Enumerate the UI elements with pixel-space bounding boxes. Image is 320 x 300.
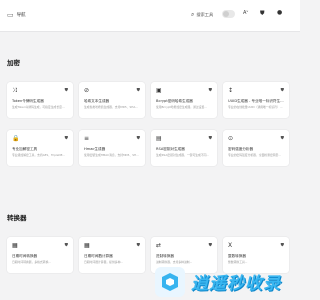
eye-off-icon: ⊘ <box>84 87 90 94</box>
tool-card-title: 整数转换器 <box>228 254 246 258</box>
tool-card-title: 哈希文本生成器 <box>84 99 110 103</box>
shield-icon: ⛊ <box>208 243 212 248</box>
tool-card-title: Hmac生成器 <box>84 147 106 151</box>
language-icon[interactable]: Aᵛ <box>243 10 249 16</box>
shield-icon: ⛊ <box>280 243 284 248</box>
tool-card[interactable]: 🔒 ⛊ 专业加解密工具专业级加解密工具，支持AES、TripleDE... <box>7 130 73 166</box>
menu-icon: ≡ <box>84 135 90 142</box>
section-title-converter: 转换器 <box>7 214 27 222</box>
tool-card-description: 生成各类哈希值生成器，支持MD5、SHA... <box>84 105 138 109</box>
tool-card[interactable]: ⤨ ⛊ Token令牌码生成器生成Token令牌码生成，可指定生成长度... <box>7 82 73 118</box>
watermark-text: 逍遥秒收录 <box>191 274 281 294</box>
tool-card-title: RSA密钥对生成器 <box>156 147 185 151</box>
tool-card[interactable]: ↕ ⛊ UUID生成器 - 专业唯一标识符生... 专业的在线批量UUID（通用唯一标… <box>223 82 289 118</box>
file-key-icon: ▤ <box>156 135 162 142</box>
search-tools-button[interactable]: ⌕ 搜索工具 <box>191 10 213 20</box>
tool-card-description: 专业级加解密工具，支持AES、TripleDE... <box>12 153 66 157</box>
tool-card-description: 专业的在线批量UUID（通用唯一标识符）... <box>228 105 283 109</box>
tool-card-title: 日期时间转换器 <box>12 254 38 258</box>
tool-card-title: UUID生成器 - 专业唯一标识符生... <box>228 99 284 103</box>
logo-icon: ▭ <box>7 11 14 19</box>
shield-icon[interactable]: ⛊ <box>260 10 265 18</box>
tool-card-description: 生成RSA密钥对生成器，一键可生成不同... <box>156 153 210 157</box>
tool-card-description: 生成Token令牌码生成，可指定生成长度... <box>12 105 65 109</box>
tool-card-description: 日期时间戳计算器，提供多种... <box>84 260 124 264</box>
tool-card-title: 密码强度分析器 <box>228 147 254 151</box>
calendar-icon: ▦ <box>12 242 18 249</box>
tool-card[interactable]: ≡ ⛊ Hmac生成器使用密钥生成HMAC消息，支持MD5、SH... <box>79 130 145 166</box>
tool-card-title: 专业加解密工具 <box>12 147 38 151</box>
user-icon[interactable]: ● <box>277 9 282 16</box>
tool-card[interactable]: ⊘ ⛊ 哈希文本生成器生成各类哈希值生成器，支持MD5、SHA... <box>79 82 145 118</box>
tool-card[interactable]: ▣ ⛊ Bcrypt密码哈希生成器使用Bcrypt哈希加密生成器，通过设置... <box>151 82 217 118</box>
watermark: 逍遥秒收录 <box>151 263 300 300</box>
tool-card[interactable]: ▦ ⛊ 日期时间戳计算器日期时间戳计算器，提供多种... <box>79 237 145 273</box>
tool-card[interactable]: ⊙ ⛊ 密码强度分析器专业的密码强度分析器，全面检测密码安... <box>223 130 289 166</box>
watermark-logo-icon <box>155 266 185 297</box>
shield-icon: ⛊ <box>64 243 68 248</box>
language-label: A <box>243 10 247 16</box>
shield-icon: ⛊ <box>64 136 68 141</box>
shield-icon: ⛊ <box>208 136 212 141</box>
section-title-encryption: 加密 <box>7 59 20 67</box>
tool-card-description: 使用Bcrypt哈希加密生成器，通过设置... <box>156 105 207 109</box>
shuffle-icon: ⤨ <box>12 87 17 94</box>
shield-icon: ⛊ <box>136 88 140 93</box>
tool-card[interactable]: ▤ ⛊ RSA密钥对生成器生成RSA密钥对生成器，一键可生成不同... <box>151 130 217 166</box>
lock-icon: ▣ <box>156 87 162 94</box>
shield-icon: ⛊ <box>136 136 140 141</box>
key-icon: ⊙ <box>228 135 234 142</box>
brand[interactable]: ▭ 导航 <box>7 11 26 19</box>
binary-icon: X <box>228 242 233 249</box>
tool-card[interactable]: ▦ ⛊ 日期时间转换器日期时间转换器，多格式转换... <box>7 237 73 273</box>
shield-icon: ⛊ <box>280 136 284 141</box>
shield-icon: ⛊ <box>136 243 140 248</box>
theme-toggle[interactable] <box>222 10 235 18</box>
lock-icon: 🔒 <box>12 135 20 142</box>
tool-card-title: 日期时间戳计算器 <box>84 254 113 258</box>
top-bar: ▭ 导航 ⌕ 搜索工具 Aᵛ ⛊ ● <box>0 0 300 32</box>
search-icon: ⌕ <box>191 11 195 18</box>
shield-icon: ⛊ <box>64 88 68 93</box>
tool-card-title: Bcrypt密码哈希生成器 <box>156 99 193 103</box>
tool-card-title: Token令牌码生成器 <box>12 99 44 103</box>
calendar-icon: ▦ <box>84 242 90 249</box>
shield-icon: ⛊ <box>208 88 212 93</box>
search-tools-label: 搜索工具 <box>196 12 214 17</box>
shield-icon: ⛊ <box>280 88 284 93</box>
tool-card-description: 使用密钥生成HMAC消息，支持MD5、SH... <box>84 153 139 157</box>
brand-name: 导航 <box>16 13 26 18</box>
tool-card-description: 专业的密码强度分析器，全面检测密码安... <box>228 153 282 157</box>
swap-icon: ⇄ <box>156 242 162 249</box>
toggle-knob <box>223 11 229 17</box>
sort-icon: ↕ <box>228 87 234 94</box>
tool-card-title: 进制转换器 <box>156 254 174 258</box>
tool-card-description: 日期时间转换器，多格式转换... <box>12 260 52 264</box>
